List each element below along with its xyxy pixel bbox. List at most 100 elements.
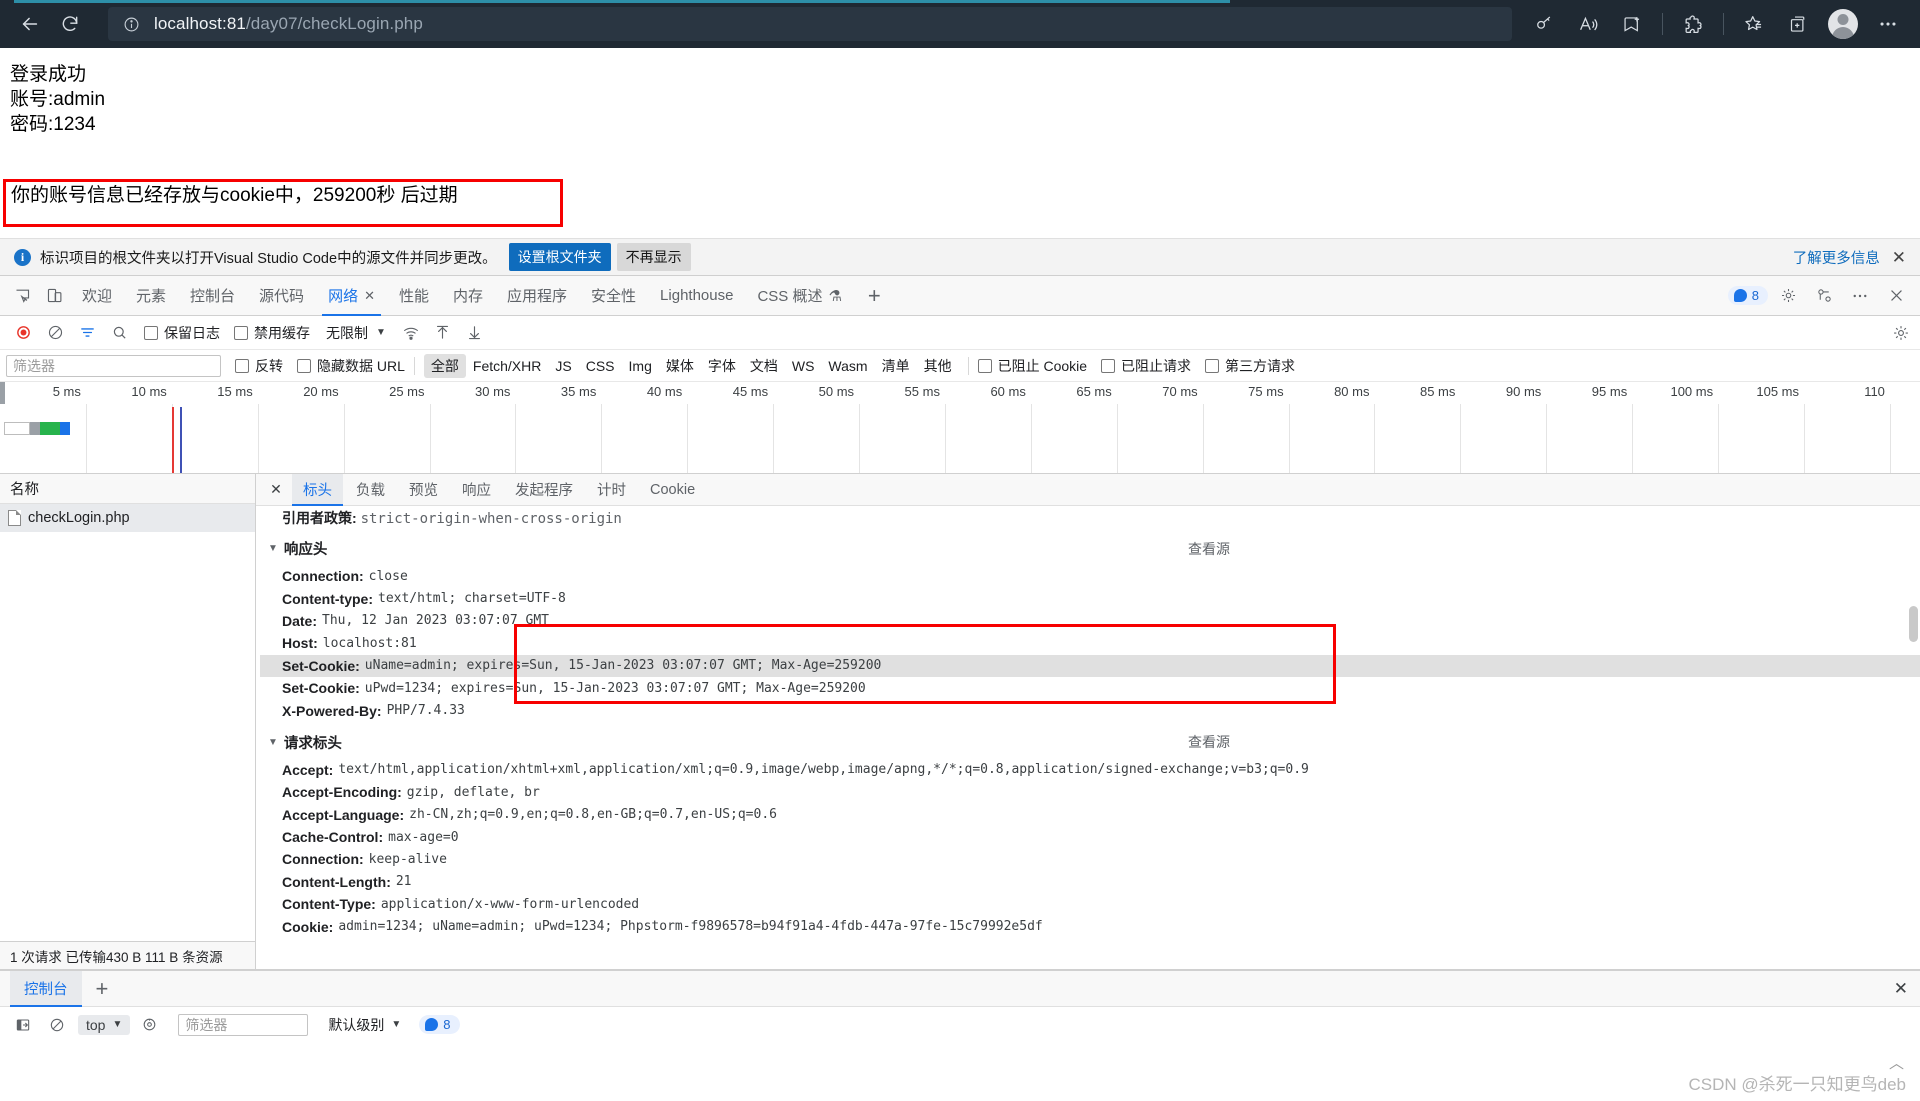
inspect-element-icon[interactable] xyxy=(6,280,38,312)
url-text[interactable]: localhost:81/day07/checkLogin.php xyxy=(154,14,423,34)
detail-tab-timing[interactable]: 计时 xyxy=(586,474,637,506)
read-aloud-icon[interactable] xyxy=(1566,6,1610,42)
detail-tab-headers[interactable]: 标头 xyxy=(292,473,343,506)
collections-icon[interactable] xyxy=(1776,6,1820,42)
filter-type-ws[interactable]: WS xyxy=(785,356,822,376)
tab-security[interactable]: 安全性 xyxy=(579,276,648,316)
tab-application[interactable]: 应用程序 xyxy=(495,276,579,316)
filter-type-other[interactable]: 其他 xyxy=(917,354,959,378)
filter-type-media[interactable]: 媒体 xyxy=(659,354,701,378)
toolbar-divider-2 xyxy=(1723,13,1724,35)
network-conditions-icon[interactable] xyxy=(396,319,426,347)
tab-network[interactable]: 网络 ✕ xyxy=(316,276,387,316)
tab-welcome[interactable]: 欢迎 xyxy=(70,276,124,316)
show-console-sidebar-icon[interactable] xyxy=(8,1011,38,1039)
import-har-icon[interactable] xyxy=(428,319,458,347)
close-icon[interactable]: ✕ xyxy=(1892,249,1906,266)
devtools-settings-icon[interactable] xyxy=(1772,280,1804,312)
detail-tab-response[interactable]: 响应 xyxy=(451,474,502,506)
throttling-select[interactable]: 无限制 ▼ xyxy=(326,323,386,343)
filter-type-all[interactable]: 全部 xyxy=(423,353,466,378)
close-drawer-icon[interactable]: ✕ xyxy=(1894,979,1908,999)
tab-css-overview[interactable]: CSS 概述 ⚗ xyxy=(745,276,853,316)
search-icon[interactable] xyxy=(104,319,134,347)
view-source-link[interactable]: 查看源 xyxy=(1188,539,1230,559)
tab-lighthouse[interactable]: Lighthouse xyxy=(648,276,745,316)
preserve-log-checkbox[interactable]: 保留日志 xyxy=(144,323,220,343)
back-arrow-icon[interactable] xyxy=(10,6,50,42)
detail-tab-cookies[interactable]: Cookie xyxy=(639,474,706,506)
profile-avatar[interactable] xyxy=(1828,9,1858,39)
request-headers-section-title[interactable]: ▼ 请求标头 查看源 xyxy=(260,722,1920,759)
detail-tab-preview[interactable]: 预览 xyxy=(398,474,449,506)
detail-tab-initiator[interactable]: 发起程序 xyxy=(504,474,584,506)
network-settings-icon[interactable] xyxy=(1892,324,1910,342)
close-detail-icon[interactable]: ✕ xyxy=(262,481,290,498)
clear-icon[interactable] xyxy=(40,319,70,347)
detail-scrollbar[interactable] xyxy=(1909,606,1918,642)
third-party-checkbox[interactable]: 第三方请求 xyxy=(1205,356,1295,376)
key-icon[interactable] xyxy=(1522,6,1566,42)
tab-memory[interactable]: 内存 xyxy=(441,276,495,316)
execution-context-select[interactable]: top ▼ xyxy=(78,1014,131,1035)
export-har-icon[interactable] xyxy=(460,319,490,347)
detail-tab-payload[interactable]: 负载 xyxy=(345,474,396,506)
response-headers-section-title[interactable]: ▼ 响应头 查看源 xyxy=(260,528,1920,565)
filter-type-fetchxhr[interactable]: Fetch/XHR xyxy=(466,356,548,376)
filter-type-js[interactable]: JS xyxy=(548,356,578,376)
record-icon[interactable] xyxy=(8,319,38,347)
customize-devtools-icon[interactable] xyxy=(1808,280,1840,312)
tab-performance[interactable]: 性能 xyxy=(387,276,441,316)
filter-icon[interactable] xyxy=(72,319,102,347)
learn-more-link[interactable]: 了解更多信息 xyxy=(1793,247,1880,268)
set-root-folder-button[interactable]: 设置根文件夹 xyxy=(508,243,611,271)
timeline-gridline xyxy=(1288,404,1290,473)
blocked-requests-checkbox[interactable]: 已阻止请求 xyxy=(1101,356,1191,376)
favorites-icon[interactable] xyxy=(1732,6,1776,42)
live-expression-icon[interactable] xyxy=(134,1011,164,1039)
close-devtools-icon[interactable] xyxy=(1880,280,1912,312)
site-info-icon[interactable] xyxy=(120,13,142,35)
favorite-add-icon[interactable] xyxy=(1610,6,1654,42)
device-toolbar-icon[interactable] xyxy=(38,280,70,312)
close-icon[interactable]: ✕ xyxy=(364,288,375,304)
tab-elements[interactable]: 元素 xyxy=(124,276,178,316)
timeline-gridline xyxy=(343,404,345,473)
address-bar[interactable]: localhost:81/day07/checkLogin.php xyxy=(108,7,1512,41)
add-tab-button[interactable]: + xyxy=(854,284,895,307)
dom-content-loaded-marker xyxy=(172,407,174,473)
filter-input[interactable]: 筛选器 xyxy=(6,354,221,377)
hide-data-urls-label: 隐藏数据 URL xyxy=(317,357,405,374)
drawer-add-tab-button[interactable]: + xyxy=(82,977,123,1000)
filter-type-img[interactable]: Img xyxy=(622,356,659,376)
reload-icon[interactable] xyxy=(50,6,90,42)
issues-badge[interactable]: 8 xyxy=(1727,286,1768,305)
clear-console-icon[interactable] xyxy=(42,1011,72,1039)
tab-sources[interactable]: 源代码 xyxy=(247,276,316,316)
extensions-icon[interactable] xyxy=(1671,6,1715,42)
tab-console[interactable]: 控制台 xyxy=(178,276,247,316)
console-filter-input[interactable]: 筛选器 xyxy=(178,1013,309,1036)
more-options-icon[interactable] xyxy=(1844,280,1876,312)
invert-checkbox[interactable]: 反转 xyxy=(235,356,283,376)
disable-cache-checkbox[interactable]: 禁用缓存 xyxy=(234,323,310,343)
drawer-tabbar: 控制台 + ✕ xyxy=(0,970,1920,1007)
request-headers-body[interactable]: 引用者政策: strict-origin-when-cross-origin ▼… xyxy=(256,506,1920,969)
blocked-cookies-checkbox[interactable]: 已阻止 Cookie xyxy=(977,356,1087,376)
console-issues-badge[interactable]: 8 xyxy=(419,1015,460,1034)
filter-type-manifest[interactable]: 清单 xyxy=(875,354,917,378)
hide-data-urls-checkbox[interactable]: 隐藏数据 URL xyxy=(297,356,405,376)
drawer-tab-console[interactable]: 控制台 xyxy=(10,970,82,1007)
request-row-checkloginphp[interactable]: checkLogin.php xyxy=(0,504,255,532)
settings-ellipsis-icon[interactable] xyxy=(1866,6,1910,42)
filter-type-doc[interactable]: 文档 xyxy=(743,354,785,378)
header-value: PHP/7.4.33 xyxy=(386,703,465,719)
filter-type-css[interactable]: CSS xyxy=(579,356,622,376)
filter-type-font[interactable]: 字体 xyxy=(701,354,743,378)
dont-show-again-button[interactable]: 不再显示 xyxy=(616,243,691,271)
log-level-select[interactable]: 默认级别 ▼ xyxy=(328,1015,401,1035)
tab-label: 元素 xyxy=(136,288,167,305)
view-source-link[interactable]: 查看源 xyxy=(1188,732,1230,752)
network-overview-timeline[interactable]: 5 ms 10 ms 15 ms 20 ms 25 ms 30 ms 35 ms 40 ms 4… xyxy=(0,382,1920,474)
filter-type-wasm[interactable]: Wasm xyxy=(821,356,874,376)
